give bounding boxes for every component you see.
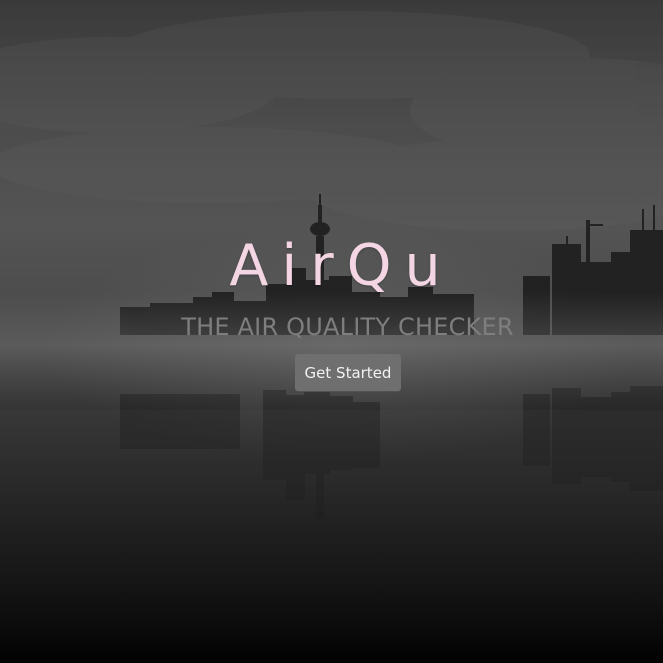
tagline: THE AIR QUALITY CHECKER xyxy=(181,313,514,341)
get-started-button[interactable]: Get Started xyxy=(295,354,401,391)
hero-content: AirQu THE AIR QUALITY CHECKER Get Starte… xyxy=(0,0,663,663)
app-logo: AirQu xyxy=(229,233,454,299)
hero-section: AirQu THE AIR QUALITY CHECKER Get Starte… xyxy=(0,0,663,663)
